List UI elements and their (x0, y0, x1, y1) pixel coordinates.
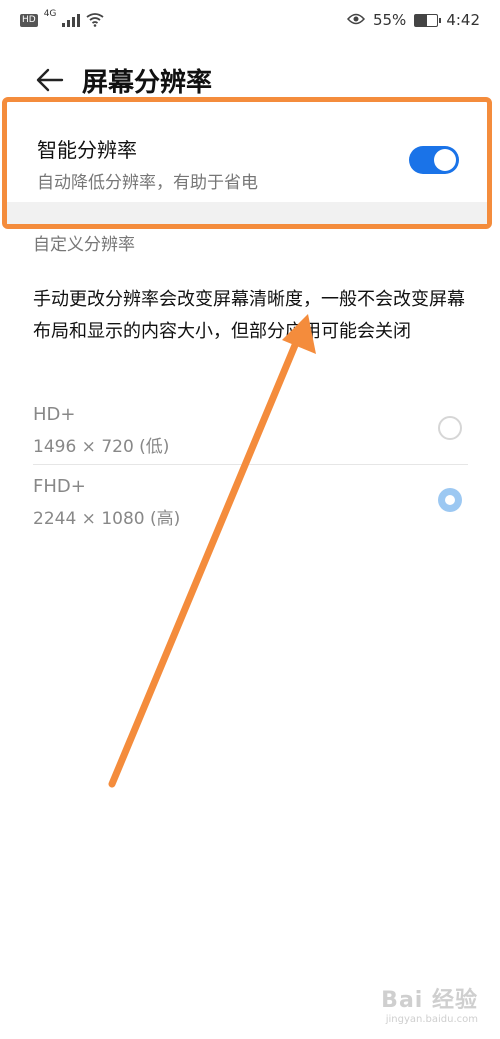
resolution-option-fhd[interactable]: FHD+ 2244 × 1080 (高) (33, 476, 468, 548)
status-left: HD 4G (0, 9, 104, 27)
battery-icon (414, 13, 442, 27)
eye-comfort-icon (346, 11, 365, 29)
network-type-badge: 4G (43, 9, 57, 19)
signal-icon (62, 13, 81, 27)
option-name: FHD+ (33, 476, 86, 497)
smart-resolution-title: 智能分辨率 (37, 138, 137, 162)
status-bar: HD 4G 55% 4:42 (0, 0, 500, 40)
resolution-option-hd[interactable]: HD+ 1496 × 720 (低) (33, 404, 468, 476)
option-value: 2244 × 1080 (高) (33, 509, 181, 529)
section-separator (7, 202, 487, 224)
radio-button[interactable] (438, 416, 462, 440)
settings-page: HD 4G 55% 4:42 屏幕分辨率 智能分辨率 自动降低分辨率，有助于省电… (0, 0, 500, 1039)
custom-resolution-label: 自定义分辨率 (33, 235, 135, 255)
hd-badge: HD (20, 13, 38, 27)
smart-resolution-toggle[interactable] (409, 146, 459, 174)
clock: 4:42 (446, 11, 480, 29)
smart-resolution-subtitle: 自动降低分辨率，有助于省电 (37, 173, 258, 193)
back-button[interactable] (30, 60, 70, 100)
watermark: Bai 经验 jingyan.baidu.com (381, 982, 478, 1025)
smart-resolution-row[interactable]: 智能分辨率 自动降低分辨率，有助于省电 (2, 97, 492, 229)
divider (33, 464, 468, 465)
toggle-knob (434, 149, 456, 171)
status-right: 55% 4:42 (346, 11, 500, 29)
back-arrow-icon (36, 68, 64, 92)
page-title: 屏幕分辨率 (82, 67, 213, 98)
watermark-url: jingyan.baidu.com (385, 1014, 478, 1025)
radio-button-selected[interactable] (438, 488, 462, 512)
battery-percent: 55% (372, 11, 407, 29)
option-name: HD+ (33, 404, 76, 425)
wifi-icon (86, 13, 104, 27)
custom-resolution-description: 手动更改分辨率会改变屏幕清晰度，一般不会改变屏幕布局和显示的内容大小，但部分应用… (33, 289, 465, 342)
option-value: 1496 × 720 (低) (33, 437, 170, 457)
watermark-logo: Bai 经验 (381, 988, 478, 1013)
